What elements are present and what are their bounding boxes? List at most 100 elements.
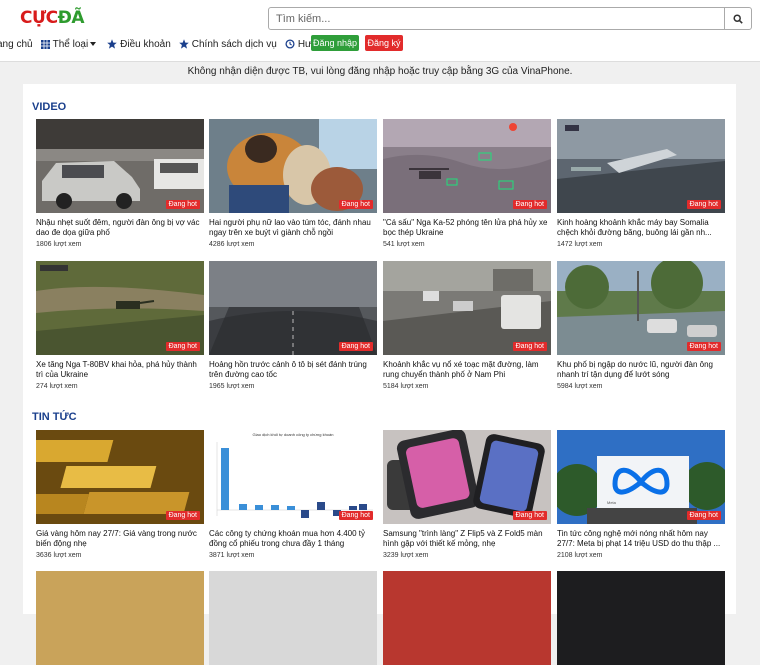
video-title[interactable]: Nhậu nhẹt suốt đêm, người đàn ông bị vợ …: [36, 218, 204, 238]
nav-policy-label: Chính sách dịch vụ: [191, 38, 277, 50]
news-thumbnail[interactable]: [557, 571, 725, 665]
view-count: 1472 lượt xem: [557, 241, 603, 248]
foldable-phone-thumbnail-icon: [383, 430, 551, 524]
news-card[interactable]: [557, 571, 725, 665]
video-title[interactable]: Hai người phụ nữ lao vào túm tóc, đánh n…: [209, 218, 377, 238]
news-thumbnail[interactable]: Đang hot: [36, 430, 204, 524]
bus-fight-thumbnail-icon: [209, 119, 377, 213]
hot-badge: Đang hot: [686, 342, 721, 351]
view-count: 5184 lượt xem: [383, 383, 429, 390]
video-title[interactable]: Kinh hoàng khoảnh khắc máy bay Somalia c…: [557, 218, 725, 238]
video-thumbnail[interactable]: Đang hot: [557, 119, 725, 213]
news-card[interactable]: [36, 571, 204, 665]
video-title[interactable]: "Cá sấu" Nga Ka-52 phóng tên lửa phá hủy…: [383, 218, 551, 238]
login-button[interactable]: Đăng nhập: [311, 35, 359, 51]
content-panel: VIDEO Đang hot Nhậu nhẹt suốt đêm, người…: [23, 84, 736, 665]
news-card[interactable]: Đang hot Giá vàng hôm nay 27/7: Giá vàng…: [36, 430, 204, 559]
view-count: 3239 lượt xem: [383, 552, 429, 559]
news-title[interactable]: Các công ty chứng khoán mua hơn 4.400 tỷ…: [209, 529, 377, 549]
news-title[interactable]: Samsung "trình làng" Z Flip5 và Z Fold5 …: [383, 529, 551, 549]
history-icon: [285, 39, 295, 49]
thumb-sign-text: Meta: [607, 500, 616, 505]
site-logo[interactable]: CỰCĐÃ: [20, 8, 85, 28]
section-title-news[interactable]: TIN TỨC: [32, 411, 77, 423]
lightning-road-thumbnail-icon: [209, 261, 377, 355]
video-thumbnail[interactable]: Đang hot: [557, 261, 725, 355]
carrier-notice: Không nhận diện được TB, vui lòng đăng n…: [187, 66, 573, 77]
video-card[interactable]: Đang hot Kinh hoàng khoảnh khắc máy bay …: [557, 119, 725, 248]
view-count: 541 lượt xem: [383, 241, 425, 248]
video-thumbnail[interactable]: Đang hot: [383, 261, 551, 355]
hot-badge: Đang hot: [338, 200, 373, 209]
video-card[interactable]: Đang hot Khu phố bị ngập do nước lũ, ngư…: [557, 261, 725, 390]
video-thumbnail[interactable]: Đang hot: [209, 119, 377, 213]
hot-badge: Đang hot: [512, 200, 547, 209]
grid-icon: [40, 39, 50, 49]
street-car-thumbnail-icon: [36, 119, 204, 213]
nav-home-label: ang chủ: [0, 38, 33, 50]
news-thumbnail[interactable]: [209, 571, 377, 665]
search-button[interactable]: [724, 8, 751, 29]
news-thumbnail[interactable]: Giao dịch khối tự doanh công ty chứng kh…: [209, 430, 377, 524]
news-title[interactable]: Giá vàng hôm nay 27/7: Giá vàng trong nư…: [36, 529, 204, 549]
news-card[interactable]: [209, 571, 377, 665]
register-button[interactable]: Đăng ký: [365, 35, 403, 51]
logo-part-1: CỰC: [20, 8, 58, 28]
hot-badge: Đang hot: [512, 511, 547, 520]
video-card[interactable]: Đang hot Xe tăng Nga T-80BV khai hỏa, ph…: [36, 261, 204, 390]
hot-badge: Đang hot: [338, 511, 373, 520]
view-count: 1965 lượt xem: [209, 383, 255, 390]
video-thumbnail[interactable]: Đang hot: [36, 261, 204, 355]
nav-terms[interactable]: Điều khoản: [107, 39, 171, 50]
airplane-thumbnail-icon: [557, 119, 725, 213]
video-card[interactable]: Đang hot "Cá sấu" Nga Ka-52 phóng tên lử…: [383, 119, 551, 248]
video-thumbnail[interactable]: Đang hot: [36, 119, 204, 213]
news-card[interactable]: Đang hot Samsung "trình làng" Z Flip5 và…: [383, 430, 551, 559]
thumb-chart-title: Giao dịch khối tự doanh công ty chứng kh…: [252, 432, 334, 437]
news-title[interactable]: Tin tức công nghệ mới nóng nhất hôm nay …: [557, 529, 725, 549]
view-count: 5984 lượt xem: [557, 383, 603, 390]
main-nav: ang chủ Thể loại Điều khoản Chính sách d…: [0, 36, 357, 52]
nav-home[interactable]: ang chủ: [0, 39, 33, 50]
view-count: 274 lượt xem: [36, 383, 78, 390]
caret-down-icon: [90, 42, 97, 46]
star-icon: [107, 39, 117, 49]
video-title[interactable]: Khoảnh khắc vụ nổ xé toạc mặt đường, làm…: [383, 360, 551, 380]
video-title[interactable]: Khu phố bị ngập do nước lũ, người đàn ôn…: [557, 360, 725, 380]
gold-bars-thumbnail-icon: [36, 430, 204, 524]
video-title[interactable]: Xe tăng Nga T-80BV khai hỏa, phá hủy thà…: [36, 360, 204, 380]
video-thumbnail[interactable]: Đang hot: [209, 261, 377, 355]
news-card[interactable]: Meta Đang hot Tin tức công nghệ mới nóng…: [557, 430, 725, 559]
section-title-video[interactable]: VIDEO: [32, 101, 66, 113]
news-thumbnail[interactable]: [383, 571, 551, 665]
hot-badge: Đang hot: [338, 342, 373, 351]
video-card[interactable]: Đang hot Khoảnh khắc vụ nổ xé toạc mặt đ…: [383, 261, 551, 390]
view-count: 3636 lượt xem: [36, 552, 82, 559]
news-thumbnail[interactable]: Đang hot: [383, 430, 551, 524]
nav-terms-label: Điều khoản: [120, 38, 171, 50]
news-card[interactable]: [383, 571, 551, 665]
nav-categories[interactable]: Thể loại: [40, 38, 100, 50]
hot-badge: Đang hot: [165, 511, 200, 520]
search-box: [268, 7, 752, 30]
video-card[interactable]: Đang hot Nhậu nhẹt suốt đêm, người đàn ô…: [36, 119, 204, 248]
video-card[interactable]: Đang hot Hoảng hồn trước cảnh ô tô bị sé…: [209, 261, 377, 390]
hot-badge: Đang hot: [512, 342, 547, 351]
hot-badge: Đang hot: [686, 200, 721, 209]
nav-policy[interactable]: Chính sách dịch vụ: [178, 38, 277, 50]
explosion-road-thumbnail-icon: [383, 261, 551, 355]
video-title[interactable]: Hoảng hồn trước cảnh ô tô bị sét đánh tr…: [209, 360, 377, 380]
tank-thumbnail-icon: [36, 261, 204, 355]
search-icon: [733, 13, 743, 24]
hot-badge: Đang hot: [165, 200, 200, 209]
news-thumbnail[interactable]: [36, 571, 204, 665]
video-thumbnail[interactable]: Đang hot: [383, 119, 551, 213]
video-card[interactable]: Đang hot Hai người phụ nữ lao vào túm tó…: [209, 119, 377, 248]
search-input[interactable]: [269, 8, 719, 29]
star-icon: [178, 39, 189, 49]
logo-part-2: ĐÃ: [57, 8, 85, 28]
nav-categories-label: Thể loại: [52, 38, 89, 50]
news-card[interactable]: Giao dịch khối tự doanh công ty chứng kh…: [209, 430, 377, 559]
news-thumbnail[interactable]: Meta Đang hot: [557, 430, 725, 524]
meta-sign-thumbnail-icon: [557, 430, 725, 524]
